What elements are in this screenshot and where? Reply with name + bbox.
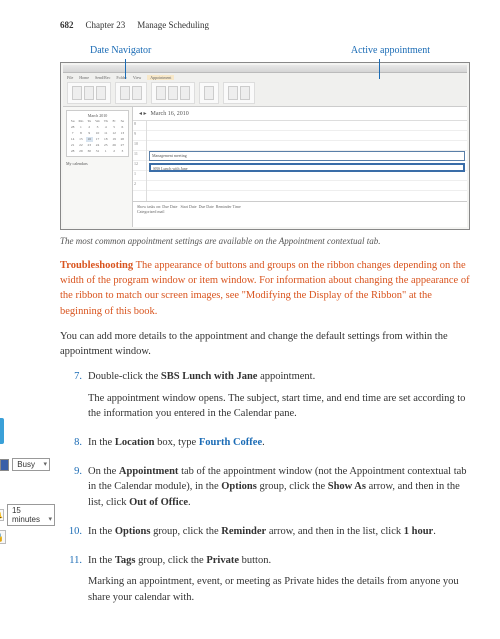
chapter-label: Chapter 23 bbox=[86, 20, 126, 30]
step-7: 7. Double-click the SBS Lunch with Jane … bbox=[60, 369, 470, 427]
ss-titlebar bbox=[63, 65, 467, 73]
busy-swatch bbox=[0, 459, 9, 471]
step-list: 7. Double-click the SBS Lunch with Jane … bbox=[60, 369, 470, 610]
step-10: 10. In the Options group, click the Remi… bbox=[60, 524, 470, 545]
reminder-field: 15 minutes bbox=[7, 504, 55, 526]
ss-my-calendars: My calendars bbox=[66, 161, 129, 166]
margin-reminder: 🔔 15 minutes 🔒 bbox=[0, 504, 42, 544]
callout-line bbox=[125, 59, 126, 79]
screenshot-caption: The most common appointment settings are… bbox=[60, 236, 470, 246]
screenshot-outlook: FileHomeSend/RecFolderViewAppointment Ma… bbox=[60, 62, 470, 230]
ss-cal-grid: SuMoTuWeThFrSa 28123456 78910111213 1415… bbox=[69, 119, 126, 154]
ss-hours: 8910111212 bbox=[133, 121, 147, 201]
callout-date-navigator: Date Navigator bbox=[90, 45, 151, 56]
bell-icon: 🔔 bbox=[0, 509, 4, 521]
ss-ribbon: FileHomeSend/RecFolderViewAppointment bbox=[63, 73, 467, 107]
ss-date-header: ◂ ▸March 16, 2010 bbox=[133, 107, 467, 121]
ss-date-navigator: March 2010 SuMoTuWeThFrSa 28123456 78910… bbox=[63, 107, 133, 227]
ss-tasks: Show tasks on: Due Date Start Date Due D… bbox=[133, 201, 467, 227]
page-number: 682 bbox=[60, 20, 74, 30]
ss-events: Management meeting SBS Lunch with Jane bbox=[147, 121, 467, 201]
sidebar-accent bbox=[0, 418, 4, 444]
ss-cal-month: March 2010 bbox=[69, 113, 126, 118]
ss-tabs: FileHomeSend/RecFolderViewAppointment bbox=[67, 75, 463, 80]
chapter-title: Manage Scheduling bbox=[137, 20, 209, 30]
margin-busy: Busy bbox=[0, 458, 50, 471]
busy-field: Busy bbox=[12, 458, 50, 471]
ss-appointment: Management meeting bbox=[149, 151, 465, 161]
lock-icon: 🔒 bbox=[0, 530, 6, 544]
ss-appointment-active: SBS Lunch with Jane bbox=[149, 163, 465, 172]
troubleshooting-note: Troubleshooting The appearance of button… bbox=[60, 258, 470, 319]
intro-paragraph: You can add more details to the appointm… bbox=[60, 329, 470, 359]
callout-row: Date Navigator Active appointment bbox=[90, 45, 430, 56]
page-header: 682 Chapter 23 Manage Scheduling bbox=[60, 20, 470, 30]
step-8: 8. In the Location box, type Fourth Coff… bbox=[60, 435, 470, 456]
step-11: 11. In the Tags group, click the Private… bbox=[60, 553, 470, 611]
callout-line bbox=[379, 59, 380, 79]
callout-active-appointment: Active appointment bbox=[351, 45, 430, 56]
troubleshoot-lead: Troubleshooting bbox=[60, 260, 133, 271]
step-9: 9. On the Appointment tab of the appoint… bbox=[60, 464, 470, 516]
